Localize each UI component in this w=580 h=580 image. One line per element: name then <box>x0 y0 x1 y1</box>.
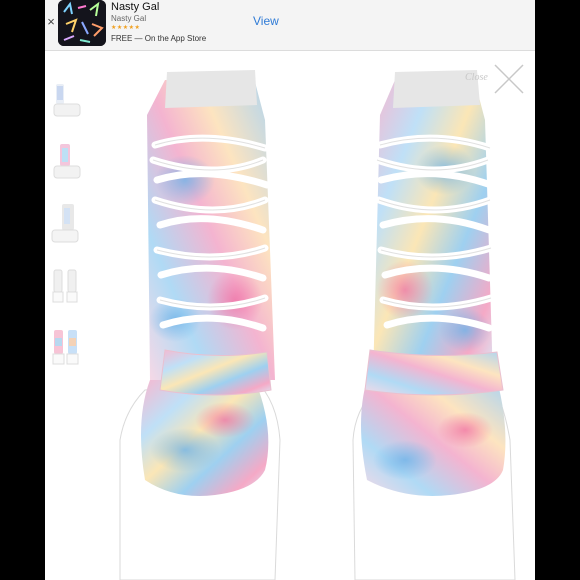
app-name: Nasty Gal <box>111 1 160 13</box>
app-store-banner: × Nasty Gal Nasty Gal ★★★★★ FREE — On th… <box>45 0 535 51</box>
app-icon[interactable] <box>58 0 106 46</box>
product-image <box>119 70 516 580</box>
thumbnail-1[interactable] <box>50 78 82 122</box>
thumbnail-4[interactable] <box>50 264 82 308</box>
app-icon-artwork <box>58 0 106 46</box>
page: × Nasty Gal Nasty Gal ★★★★★ FREE — On th… <box>45 0 535 580</box>
left-shoe <box>119 70 281 580</box>
close-icon[interactable] <box>493 63 525 95</box>
app-developer: Nasty Gal <box>111 14 147 23</box>
thumbnail-2[interactable] <box>50 140 82 184</box>
rating-stars: ★★★★★ <box>111 25 141 31</box>
app-price: FREE — On the App Store <box>111 34 207 43</box>
view-button[interactable]: View <box>253 14 279 28</box>
thumbnail-5[interactable] <box>50 326 82 370</box>
right-shoe <box>352 70 516 580</box>
thumbnail-3[interactable] <box>50 202 82 246</box>
close-label[interactable]: Close <box>465 72 488 83</box>
banner-close-button[interactable]: × <box>45 13 58 31</box>
